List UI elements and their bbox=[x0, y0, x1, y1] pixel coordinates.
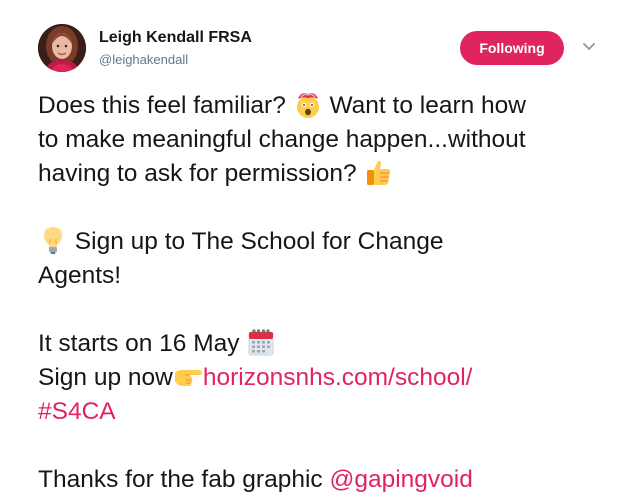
hashtag-link[interactable]: #S4CA bbox=[38, 398, 116, 425]
tweet-line: Agents! bbox=[38, 262, 122, 289]
tweet-text-segment: having to ask for permission? bbox=[38, 160, 364, 187]
school-link[interactable]: horizonsnhs.com/school/ bbox=[203, 364, 473, 391]
tweet-line: to make meaningful change happen...witho… bbox=[38, 126, 526, 153]
calendar-icon bbox=[246, 327, 276, 357]
tweet-line: Does this feel familiar? Want to learn h… bbox=[38, 89, 618, 123]
tweet-text: Does this feel familiar? Want to learn h… bbox=[38, 89, 618, 497]
author-handle[interactable]: @leighakendall bbox=[99, 52, 188, 67]
light-bulb-icon bbox=[38, 225, 68, 255]
tweet-text-segment: It starts on 16 May bbox=[38, 330, 247, 357]
thumbs-up-icon bbox=[363, 157, 393, 187]
tweet-text-segment: Want to learn how bbox=[322, 92, 526, 119]
tweet-card: Leigh Kendall FRSA @leighakendall Follow… bbox=[0, 0, 633, 493]
tweet-text-segment: Sign up now bbox=[38, 364, 173, 391]
following-button[interactable]: Following bbox=[460, 31, 564, 65]
tweet-line: Sign up now horizonsnhs.com/school/ bbox=[38, 361, 618, 395]
pointing-right-icon bbox=[173, 361, 203, 391]
chevron-down-icon[interactable] bbox=[580, 40, 598, 54]
tweet-line: Sign up to The School for Change bbox=[38, 225, 618, 259]
tweet-line: Thanks for the fab graphic @gapingvoid bbox=[38, 463, 618, 497]
tweet-text-segment: Sign up to The School for Change bbox=[68, 228, 444, 255]
tweet-text-segment: Does this feel familiar? bbox=[38, 92, 293, 119]
tweet-line: It starts on 16 May bbox=[38, 327, 618, 361]
author-name[interactable]: Leigh Kendall FRSA bbox=[99, 29, 252, 47]
avatar[interactable] bbox=[38, 24, 86, 72]
exploding-head-icon bbox=[293, 89, 323, 119]
tweet-line: #S4CA bbox=[38, 395, 618, 429]
tweet-line: having to ask for permission? bbox=[38, 157, 618, 191]
